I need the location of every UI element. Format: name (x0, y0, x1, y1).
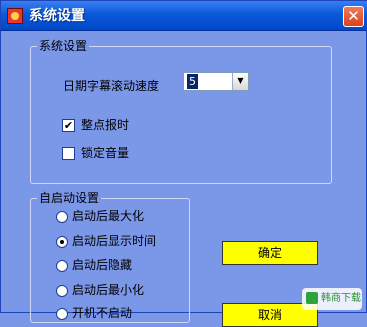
startup-settings-legend: 自启动设置 (37, 191, 102, 205)
scroll-speed-value: 5 (187, 74, 198, 89)
close-button[interactable]: ✕ (343, 6, 364, 27)
radio-show-time[interactable] (56, 236, 68, 248)
radio-minimize[interactable] (56, 285, 68, 297)
radio-maximize-label[interactable]: 启动后最大化 (72, 208, 144, 224)
radio-hide-label[interactable]: 启动后隐藏 (72, 257, 132, 273)
lock-volume-checkbox[interactable] (62, 147, 75, 160)
checkmark-icon: ✔ (63, 119, 74, 132)
app-icon (7, 8, 23, 24)
scroll-speed-select[interactable]: 5 ▼ (183, 72, 249, 91)
close-icon: ✕ (347, 7, 360, 25)
scroll-speed-label: 日期字幕滚动速度 (63, 79, 160, 93)
system-settings-group (30, 46, 332, 184)
radio-maximize[interactable] (56, 211, 68, 223)
hourly-chime-label: 整点报时 (81, 118, 130, 132)
hourly-chime-checkbox[interactable]: ✔ (62, 119, 75, 132)
radio-no-autostart[interactable] (56, 308, 68, 320)
watermark-logo: 韩商下载 (302, 288, 362, 310)
lock-volume-label: 锁定音量 (81, 146, 130, 160)
radio-minimize-label[interactable]: 启动后最小化 (72, 282, 144, 298)
ok-button[interactable]: 确定 (222, 241, 318, 265)
settings-window: 系统设置 ✕ 系统设置 日期字幕滚动速度 5 ▼ ✔ 整点报时 锁定音量 自启动… (0, 0, 367, 327)
radio-show-time-label[interactable]: 启动后显示时间 (72, 233, 156, 249)
radio-hide[interactable] (56, 260, 68, 272)
system-settings-legend: 系统设置 (37, 39, 90, 53)
chevron-down-icon[interactable]: ▼ (232, 73, 248, 90)
watermark-text: 韩商下载 (321, 293, 361, 304)
title-bar[interactable]: 系统设置 ✕ (1, 1, 367, 31)
watermark-icon (306, 292, 318, 304)
radio-no-autostart-label[interactable]: 开机不启动 (72, 305, 132, 321)
window-title: 系统设置 (29, 8, 85, 24)
